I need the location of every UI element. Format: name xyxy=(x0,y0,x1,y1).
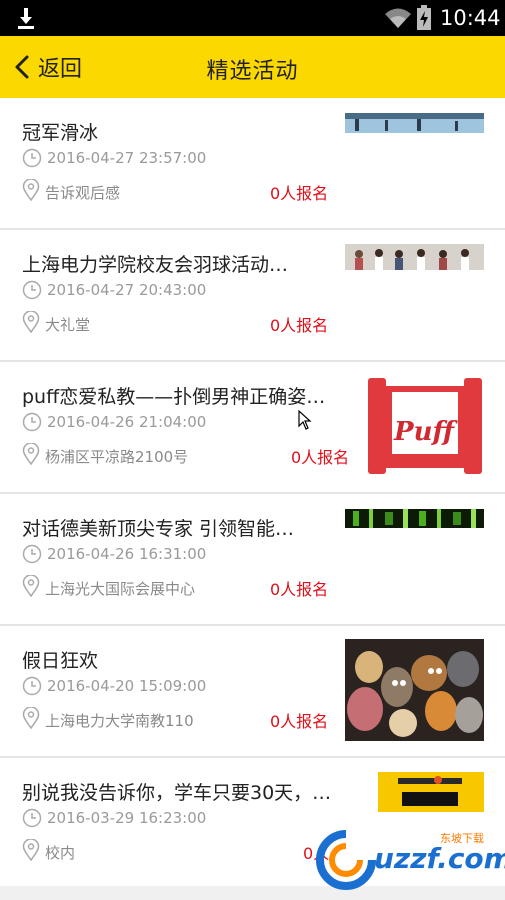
list-item[interactable]: 冠军滑冰 2016-04-27 23:57:00 告诉观后感 0人报名 xyxy=(0,98,505,230)
item-location: 告诉观后感 xyxy=(45,184,121,202)
wifi-icon xyxy=(385,8,411,28)
clock-icon xyxy=(22,544,42,564)
item-location: 上海光大国际会展中心 xyxy=(45,580,196,598)
item-time: 2016-04-20 15:09:00 xyxy=(47,677,207,695)
item-location: 校内 xyxy=(45,844,76,862)
location-pin-icon xyxy=(22,575,40,597)
item-title: 对话德美新顶尖专家 引领智能… xyxy=(22,518,295,540)
page-title: 精选活动 xyxy=(206,59,299,84)
mouse-cursor-icon xyxy=(298,410,312,430)
item-thumbnail xyxy=(345,113,484,133)
status-bar: 10:44 xyxy=(0,0,505,36)
status-time: 10:44 xyxy=(440,6,501,30)
item-title: 冠军滑冰 xyxy=(22,122,99,144)
item-title: 上海电力学院校友会羽球活动… xyxy=(22,254,289,276)
item-time: 2016-04-27 20:43:00 xyxy=(47,281,207,299)
item-time: 2016-04-26 16:31:00 xyxy=(47,545,207,563)
item-thumbnail: Puff xyxy=(366,378,484,476)
item-time: 2016-03-29 16:23:00 xyxy=(47,809,207,827)
item-thumbnail xyxy=(378,772,484,812)
clock-icon xyxy=(22,280,42,300)
location-pin-icon xyxy=(22,179,40,201)
item-signup-count: 0人报名 xyxy=(270,316,329,335)
item-location: 上海电力大学南教110 xyxy=(45,712,194,730)
location-pin-icon xyxy=(22,443,40,465)
item-signup-count: 0人报名 xyxy=(270,712,329,731)
watermark-text: uzzf.com xyxy=(374,842,505,875)
location-pin-icon xyxy=(22,839,40,861)
item-title: puff恋爱私教——扑倒男神正确姿… xyxy=(22,386,326,408)
location-pin-icon xyxy=(22,707,40,729)
battery-icon xyxy=(417,5,431,30)
item-location: 杨浦区平凉路2100号 xyxy=(45,448,189,466)
clock-icon xyxy=(22,808,42,828)
item-signup-count: 0人报名 xyxy=(270,184,329,203)
list-item[interactable]: 假日狂欢 2016-04-20 15:09:00 上海电力大学南教110 0人报… xyxy=(0,626,505,758)
list-item[interactable]: 对话德美新顶尖专家 引领智能… 2016-04-26 16:31:00 上海光大… xyxy=(0,494,505,626)
item-signup-count: 0人报名 xyxy=(291,448,350,467)
list-item[interactable]: 上海电力学院校友会羽球活动… 2016-04-27 20:43:00 大礼堂 0… xyxy=(0,230,505,362)
item-title: 别说我没告诉你，学车只要30天，… xyxy=(22,782,332,804)
watermark-tag: 东坡下载 xyxy=(440,832,484,845)
item-signup-count: 0人报名 xyxy=(270,580,329,599)
item-thumbnail xyxy=(345,509,484,528)
item-time: 2016-04-26 21:04:00 xyxy=(47,413,207,431)
location-pin-icon xyxy=(22,311,40,333)
item-time: 2016-04-27 23:57:00 xyxy=(47,149,207,167)
download-icon xyxy=(18,8,34,29)
watermark-logo: uzzf.com 东坡下载 xyxy=(316,828,505,894)
item-title: 假日狂欢 xyxy=(22,650,99,672)
clock-icon xyxy=(22,676,42,696)
app-header: 返回 精选活动 xyxy=(0,36,505,98)
watermark-swirl-icon xyxy=(316,830,376,890)
item-location: 大礼堂 xyxy=(45,316,91,334)
clock-icon xyxy=(22,148,42,168)
puff-logo-text: Puff xyxy=(393,417,458,447)
item-thumbnail xyxy=(345,639,484,741)
list-item[interactable]: puff恋爱私教——扑倒男神正确姿… 2016-04-26 21:04:00 杨… xyxy=(0,362,505,494)
item-thumbnail xyxy=(345,244,484,270)
clock-icon xyxy=(22,412,42,432)
